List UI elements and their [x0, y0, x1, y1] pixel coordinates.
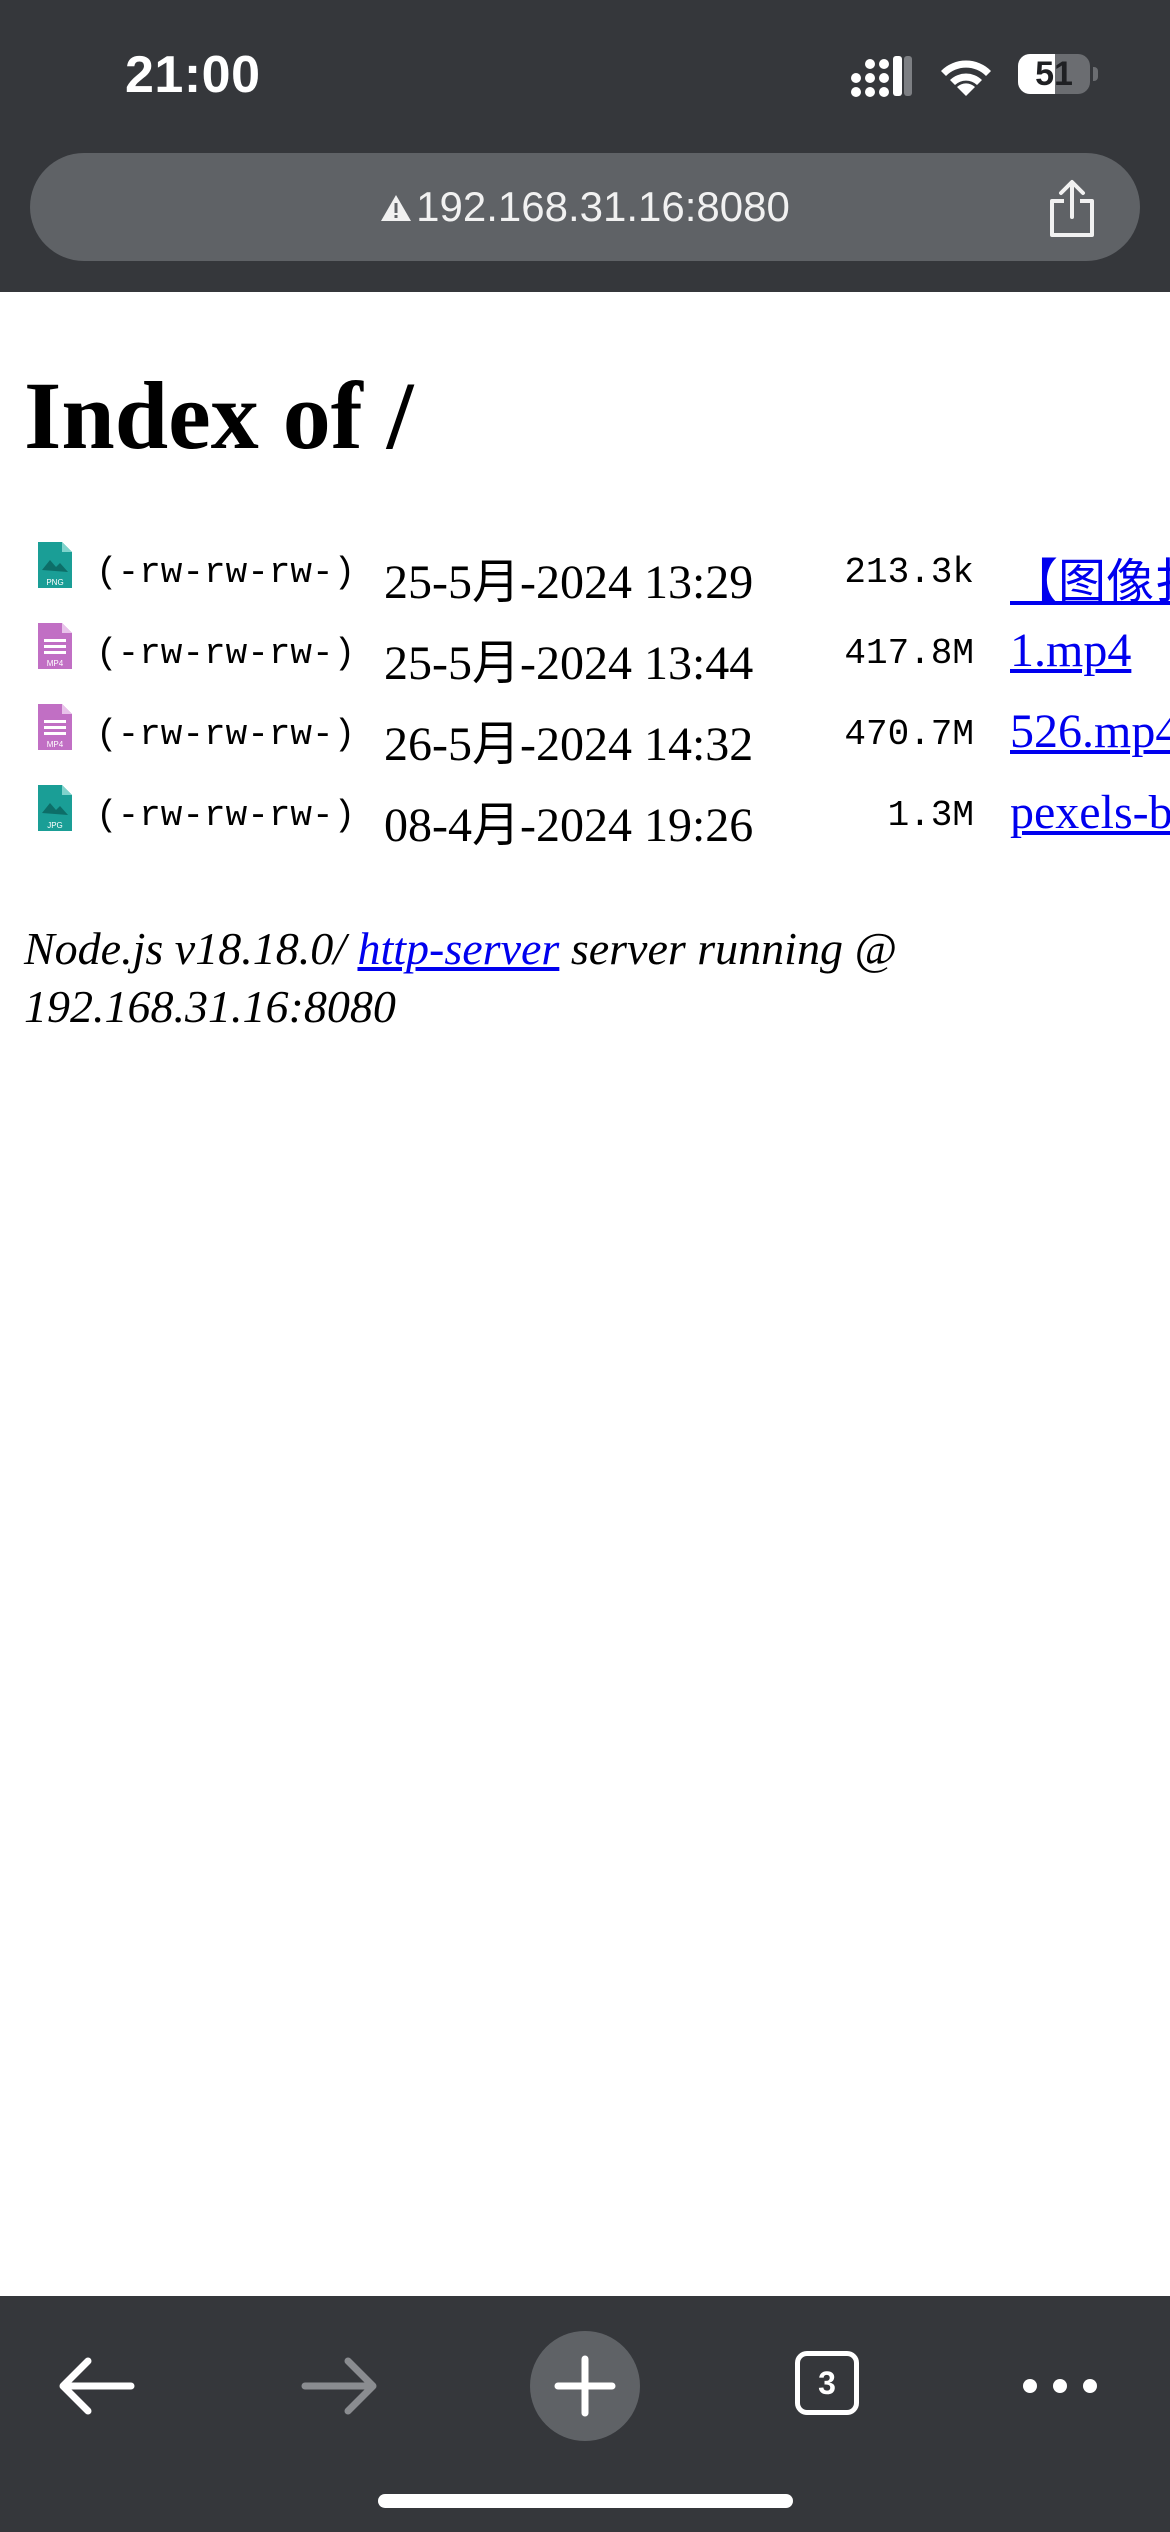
back-button[interactable]	[36, 2326, 156, 2446]
file-perms: (-rw-rw-rw-)	[96, 795, 356, 836]
file-size: 1.3M	[887, 795, 974, 836]
tab-count: 3	[795, 2351, 859, 2415]
warning-icon	[381, 195, 412, 221]
battery-level: 51	[1035, 55, 1073, 93]
arrow-right-icon	[301, 2357, 377, 2415]
file-listing: PNG (-rw-rw-rw-) 25-5月-2024 13:29 213.3k…	[24, 540, 1170, 864]
status-time: 21:00	[125, 46, 261, 104]
svg-text:PNG: PNG	[46, 578, 63, 587]
file-date: 08-4月-2024 19:26	[384, 799, 754, 852]
mp4-file-icon: MP4	[38, 704, 72, 750]
footer-suffix: server running @	[559, 923, 897, 974]
file-perms: (-rw-rw-rw-)	[96, 633, 356, 674]
svg-text:MP4: MP4	[47, 659, 64, 668]
address-bar[interactable]: 192.168.31.16:8080	[30, 153, 1140, 261]
file-date: 25-5月-2024 13:29	[384, 556, 754, 609]
file-link[interactable]: pexels-b	[1010, 785, 1170, 840]
svg-text:JPG: JPG	[47, 821, 63, 830]
file-date: 25-5月-2024 13:44	[384, 637, 754, 690]
url-text[interactable]: 192.168.31.16:8080	[416, 183, 790, 230]
png-file-icon: PNG	[38, 542, 72, 588]
more-dots-icon	[1023, 2379, 1097, 2393]
file-link[interactable]: 526.mp4	[1010, 704, 1170, 759]
file-row: MP4 (-rw-rw-rw-) 26-5月-2024 14:32 470.7M…	[24, 702, 1170, 783]
file-row: MP4 (-rw-rw-rw-) 25-5月-2024 13:44 417.8M…	[24, 621, 1170, 702]
server-footer: Node.js v18.18.0/ http-server server run…	[24, 920, 1064, 1036]
plus-icon	[554, 2355, 616, 2417]
page-title: Index of /	[24, 362, 414, 469]
file-perms: (-rw-rw-rw-)	[96, 552, 356, 593]
wifi-icon	[941, 60, 991, 96]
http-server-link[interactable]: http-server	[357, 923, 559, 974]
more-menu-button[interactable]	[1000, 2326, 1120, 2446]
file-perms: (-rw-rw-rw-)	[96, 714, 356, 755]
file-row: PNG (-rw-rw-rw-) 25-5月-2024 13:29 213.3k…	[24, 540, 1170, 621]
file-date: 26-5月-2024 14:32	[384, 718, 754, 771]
file-size: 213.3k	[844, 552, 974, 593]
svg-text:MP4: MP4	[47, 740, 64, 749]
share-icon[interactable]	[1044, 179, 1100, 239]
arrow-left-icon	[59, 2357, 135, 2415]
file-link[interactable]: 【图像扌	[1010, 542, 1170, 612]
home-indicator[interactable]	[378, 2494, 793, 2508]
mp4-file-icon: MP4	[38, 623, 72, 669]
battery-icon: 51	[1018, 54, 1100, 98]
address-text-container[interactable]: 192.168.31.16:8080	[30, 153, 1140, 261]
file-size: 417.8M	[844, 633, 974, 674]
file-link[interactable]: 1.mp4	[1010, 623, 1131, 678]
cellular-signal-icon	[851, 56, 912, 97]
new-tab-button[interactable]	[525, 2326, 645, 2446]
forward-button[interactable]	[280, 2326, 400, 2446]
footer-address: 192.168.31.16:8080	[24, 981, 396, 1032]
jpg-file-icon: JPG	[38, 785, 72, 831]
browser-top-bar: 21:00 51 192.168.31.16:8080	[0, 0, 1170, 292]
file-size: 470.7M	[844, 714, 974, 755]
footer-prefix: Node.js v18.18.0/	[24, 923, 358, 974]
tab-switcher-button[interactable]: 3	[770, 2326, 890, 2446]
file-row: JPG (-rw-rw-rw-) 08-4月-2024 19:26 1.3M p…	[24, 783, 1170, 864]
